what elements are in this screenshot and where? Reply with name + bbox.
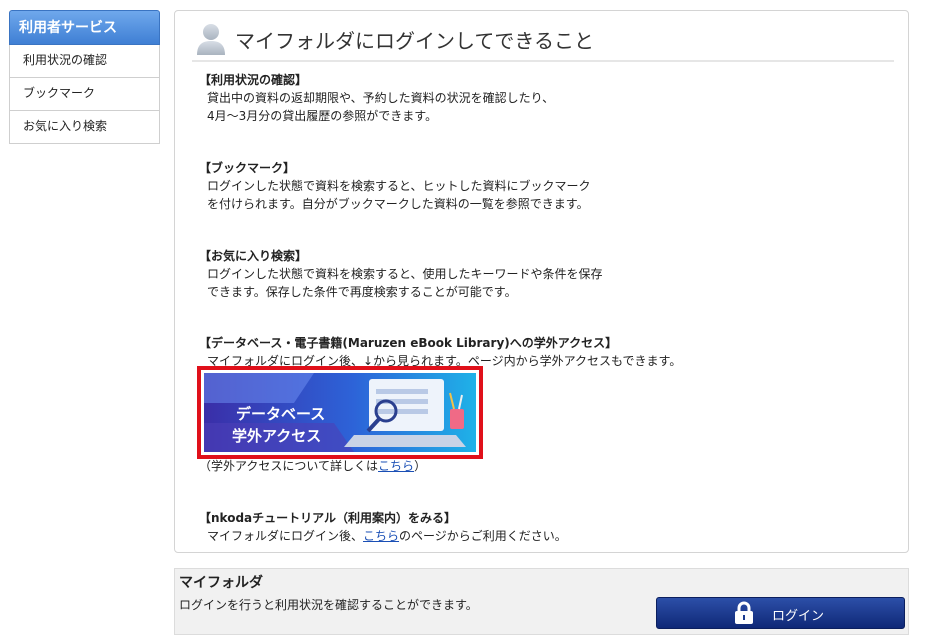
remote-access-banner-frame[interactable]: データベース 学外アクセス [197,366,483,459]
tutorial-body-prefix: マイフォルダにログイン後、 [207,529,364,543]
login-button-label: ログイン [772,609,825,624]
section-body: 貸出中の資料の返却期限や、予約した資料の状況を確認したり、 4月～3月分の貸出履… [207,91,555,123]
user-icon [197,24,225,55]
tutorial-body-suffix: のページからご利用ください。 [399,529,567,543]
lock-icon [735,601,753,624]
panel-title-bar: マイフォルダにログインしてできること [192,20,894,62]
page-title: マイフォルダにログインしてできること [235,29,594,53]
login-button[interactable]: ログイン [656,597,905,629]
tutorial-link[interactable]: こちら [363,529,399,543]
section-body: ログインした状態で資料を検索すると、使用したキーワードや条件を保存 できます。保… [207,267,603,299]
section-body: マイフォルダにログイン後、こちらのページからご利用ください。 [199,527,899,545]
caption-suffix: ） [414,459,427,473]
login-panel-description: ログインを行うと利用状況を確認することができます。 [179,598,478,612]
section-remote-access: 【データベース・電子書籍(Maruzen eBook Library)への学外ア… [199,334,899,370]
section-heading: 【データベース・電子書籍(Maruzen eBook Library)への学外ア… [199,336,618,350]
sidebar-header: 利用者サービス [9,10,160,45]
sidebar: 利用者サービス 利用状況の確認 ブックマーク お気に入り検索 [9,10,160,144]
sidebar-item-bookmark[interactable]: ブックマーク [9,78,160,111]
section-heading: 【ブックマーク】 [199,161,296,175]
sidebar-item-favorite-search[interactable]: お気に入り検索 [9,111,160,144]
login-panel-title: マイフォルダ [179,575,263,591]
remote-access-banner[interactable]: データベース 学外アクセス [204,373,476,452]
caption-prefix: （学外アクセスについて詳しくは [199,459,379,473]
section-bookmark: 【ブックマーク】 ログインした状態で資料を検索すると、ヒットした資料にブックマー… [199,159,899,213]
banner-line1: データベース [236,405,325,423]
section-usage-status: 【利用状況の確認】 貸出中の資料の返却期限や、予約した資料の状況を確認したり、 … [199,71,899,125]
sidebar-item-usage-status[interactable]: 利用状況の確認 [9,45,160,78]
section-heading: 【nkodaチュートリアル（利用案内）をみる】 [199,511,457,525]
remote-access-details-link[interactable]: こちら [378,459,414,473]
section-body: ログインした状態で資料を検索すると、ヒットした資料にブックマーク を付けられます… [207,179,591,211]
main-panel: マイフォルダにログインしてできること 【利用状況の確認】 貸出中の資料の返却期限… [174,10,909,553]
banner-caption: （学外アクセスについて詳しくはこちら） [199,457,426,475]
section-heading: 【利用状況の確認】 [199,73,308,87]
login-panel: マイフォルダ ログインを行うと利用状況を確認することができます。 ログイン [174,568,909,635]
section-heading: 【お気に入り検索】 [199,249,308,263]
section-tutorial: 【nkodaチュートリアル（利用案内）をみる】 マイフォルダにログイン後、こちら… [199,509,899,545]
section-favorite-search: 【お気に入り検索】 ログインした状態で資料を検索すると、使用したキーワードや条件… [199,247,899,301]
banner-line2: 学外アクセス [232,427,321,445]
